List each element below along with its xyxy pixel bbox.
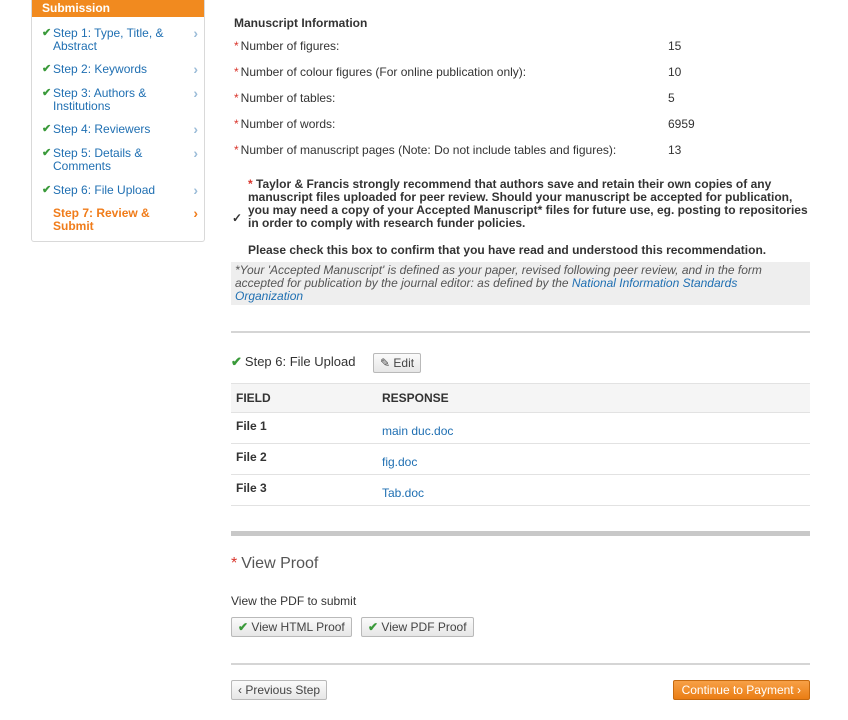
info-label: Number of tables: — [240, 91, 336, 105]
sidebar-item-label: Step 1: Type, Title, & Abstract — [53, 26, 164, 53]
info-label: Number of manuscript pages (Note: Do not… — [240, 143, 617, 157]
sidebar-item-label: Step 6: File Upload — [53, 183, 156, 197]
required-asterisk: * — [248, 177, 253, 191]
continue-to-payment-button[interactable]: Continue to Payment › — [672, 680, 810, 700]
field-cell: File 3 — [231, 474, 377, 506]
confirm-checkbox[interactable]: ✓ — [232, 212, 242, 225]
continue-label: Continue to Payment — [681, 683, 794, 697]
view-pdf-proof-button[interactable]: ✔ View PDF Proof — [361, 617, 474, 637]
view-proof-title: View Proof — [241, 555, 319, 572]
check-icon: ✔ — [238, 620, 249, 634]
info-label: Number of figures: — [240, 39, 340, 53]
check-icon: ✔ — [42, 123, 52, 135]
column-header-field: FIELD — [231, 383, 377, 413]
chevron-right-icon: › — [797, 683, 801, 697]
sidebar-header: Submission — [32, 0, 204, 17]
accepted-manuscript-footnote: *Your 'Accepted Manuscript' is defined a… — [231, 262, 810, 305]
chevron-right-icon: › — [193, 205, 198, 221]
info-label: Number of colour figures (For online pub… — [240, 65, 527, 79]
sidebar-item-label: Step 4: Reviewers — [53, 122, 151, 136]
notice-confirm-text: Please check this box to confirm that yo… — [248, 243, 767, 257]
notice-text: Taylor & Francis strongly recommend that… — [248, 177, 808, 230]
required-asterisk: * — [234, 91, 239, 105]
required-asterisk: * — [234, 117, 239, 131]
info-value: 13 — [668, 143, 682, 157]
info-row-figures: * Number of figures: 15 — [234, 39, 794, 53]
required-asterisk: * — [234, 143, 239, 157]
response-cell: main duc.doc — [377, 412, 810, 444]
edit-button-label: Edit — [393, 356, 415, 370]
check-icon: ✔ — [42, 27, 52, 39]
file-upload-title: Step 6: File Upload — [244, 354, 356, 369]
table-row: File 2 fig.doc — [231, 443, 810, 475]
edit-button[interactable]: ✎ Edit — [373, 353, 422, 373]
info-value: 6959 — [668, 117, 695, 131]
previous-step-label: Previous Step — [245, 683, 321, 697]
chevron-right-icon: › — [193, 182, 198, 198]
chevron-right-icon: › — [193, 121, 198, 137]
submission-sidebar: Submission ✔ Step 1: Type, Title, & Abst… — [31, 0, 205, 242]
column-header-response: RESPONSE — [377, 383, 810, 413]
info-label: Number of words: — [240, 117, 336, 131]
check-icon: ✔ — [42, 184, 52, 196]
view-proof-heading: * View Proof — [231, 555, 318, 573]
info-row-tables: * Number of tables: 5 — [234, 91, 794, 105]
chevron-left-icon: ‹ — [238, 683, 242, 697]
view-html-proof-button[interactable]: ✔ View HTML Proof — [231, 617, 352, 637]
info-row-colour-figures: * Number of colour figures (For online pu… — [234, 65, 794, 79]
field-cell: File 1 — [231, 412, 377, 444]
sidebar-item-label: Step 2: Keywords — [53, 62, 148, 76]
info-value: 10 — [668, 65, 682, 79]
chevron-right-icon: › — [193, 85, 198, 101]
check-icon: ✔ — [42, 63, 52, 75]
sidebar-item-label: Step 5: Details & Comments — [53, 146, 143, 173]
file-upload-step-heading: ✔ Step 6: File Upload — [231, 354, 355, 370]
section-divider — [231, 531, 810, 536]
field-cell: File 2 — [231, 443, 377, 475]
sidebar-item-label: Step 3: Authors & Institutions — [53, 86, 147, 113]
section-divider — [231, 331, 810, 333]
info-row-words: * Number of words: 6959 — [234, 117, 794, 131]
response-cell: Tab.doc — [377, 474, 810, 506]
previous-step-button[interactable]: ‹ Previous Step — [231, 680, 328, 700]
manuscript-info-title: Manuscript Information — [234, 16, 368, 30]
table-row: File 1 main duc.doc — [231, 412, 810, 444]
edit-icon: ✎ — [380, 356, 391, 370]
chevron-right-icon: › — [193, 61, 198, 77]
required-asterisk: * — [234, 65, 239, 79]
info-row-pages: * Number of manuscript pages (Note: Do no… — [234, 143, 794, 157]
file-link[interactable]: main duc.doc — [382, 424, 453, 438]
table-header-row: FIELD RESPONSE — [231, 383, 810, 413]
view-html-proof-label: View HTML Proof — [251, 620, 345, 634]
check-icon: ✔ — [231, 354, 242, 369]
file-link[interactable]: Tab.doc — [382, 486, 424, 500]
view-proof-subtitle: View the PDF to submit — [231, 594, 357, 608]
chevron-right-icon: › — [193, 145, 198, 161]
notice-text-block: * Taylor & Francis strongly recommend th… — [248, 178, 808, 230]
response-cell: fig.doc — [377, 443, 810, 475]
file-link[interactable]: fig.doc — [382, 455, 417, 469]
info-value: 15 — [668, 39, 682, 53]
check-icon: ✔ — [368, 620, 379, 634]
view-pdf-proof-label: View PDF Proof — [381, 620, 467, 634]
section-divider — [231, 663, 810, 665]
table-row: File 3 Tab.doc — [231, 474, 810, 506]
sidebar-item-label: Step 7: Review & Submit — [53, 206, 150, 233]
info-value: 5 — [668, 91, 675, 105]
check-icon: ✔ — [42, 87, 52, 99]
file-upload-table: FIELD RESPONSE File 1 main duc.doc File … — [231, 383, 810, 506]
required-asterisk: * — [231, 555, 238, 572]
check-icon: ✔ — [42, 147, 52, 159]
chevron-right-icon: › — [193, 25, 198, 41]
required-asterisk: * — [234, 39, 239, 53]
